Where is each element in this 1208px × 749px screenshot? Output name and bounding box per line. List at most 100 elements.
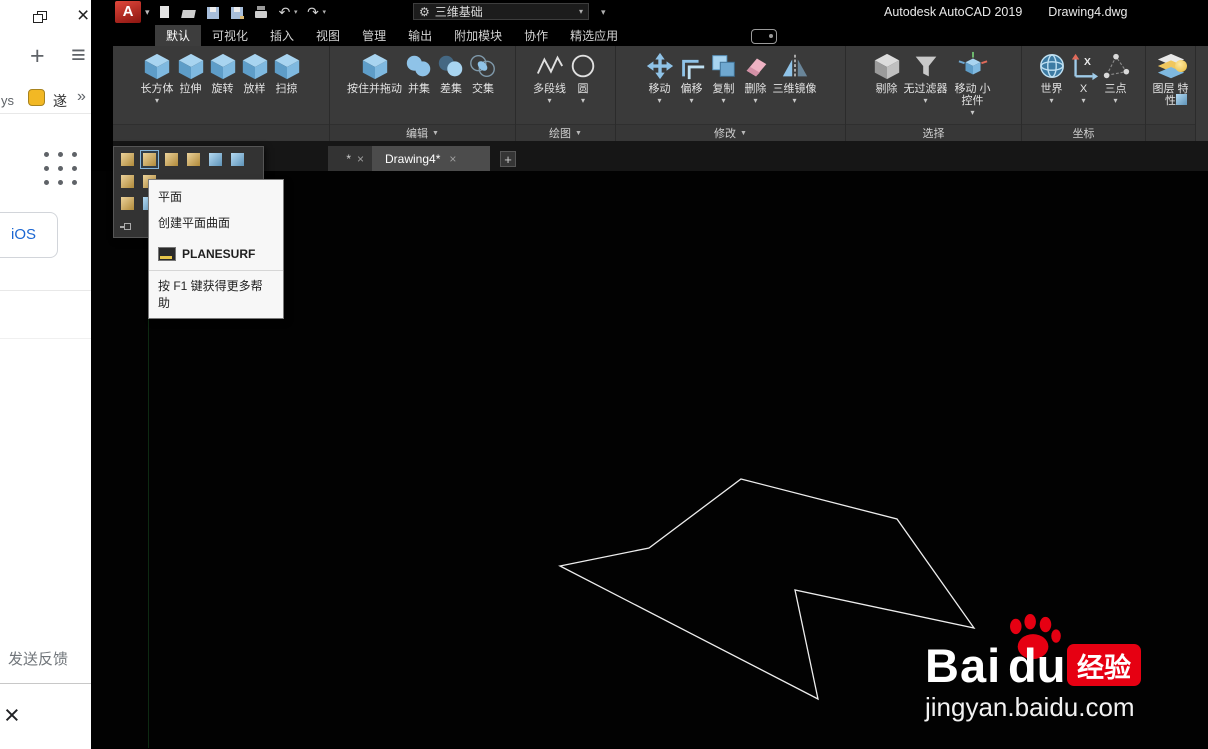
save-icon[interactable] xyxy=(205,5,221,20)
save-as-icon[interactable] xyxy=(229,5,245,20)
ribbon-tab-8[interactable]: 协作 xyxy=(513,25,559,46)
ribbon-tab-2[interactable]: 可视化 xyxy=(201,25,259,46)
close-feedback-icon[interactable]: × xyxy=(4,700,20,731)
ribbon-button[interactable]: 无过滤器 ▾ xyxy=(904,51,948,105)
panel-label[interactable]: 绘图 ▼ xyxy=(516,124,615,141)
surface-revolve-icon[interactable] xyxy=(228,150,247,169)
redo-icon[interactable]: ↷ xyxy=(306,4,321,20)
ribbon-button[interactable]: X ▾ xyxy=(1069,51,1099,105)
close-window-icon[interactable]: × xyxy=(77,4,89,28)
panel-label[interactable]: 修改 ▼ xyxy=(616,124,845,141)
autocad-logo[interactable]: A xyxy=(115,1,141,23)
new-drawing-tab-button[interactable]: + xyxy=(500,151,516,167)
ribbon-button[interactable]: 复制 ▾ xyxy=(709,51,739,105)
ribbon-tab-4[interactable]: 视图 xyxy=(305,25,351,46)
ribbon-panel-7: 图层 特性 xyxy=(1146,46,1196,141)
ribbon-button[interactable]: 移动 小控件 ▾ xyxy=(950,51,996,117)
ribbon-button[interactable]: 拉伸 xyxy=(176,51,206,95)
ribbon-panel-4: 移动 ▾ 偏移 ▾ 复制 ▾ 删除 ▾ 三维镜像 ▾ 修改 ▼ xyxy=(616,46,846,141)
panel-label[interactable]: 选择 xyxy=(846,124,1021,141)
ribbon-button-label: 并集 xyxy=(408,83,430,95)
ribbon-button[interactable]: 并集 xyxy=(404,51,434,95)
ribbon-button[interactable]: 剔除 xyxy=(872,51,902,95)
ribbon-tab-1[interactable]: 默认 xyxy=(155,25,202,46)
ribbon-tab-9[interactable]: 精选应用 xyxy=(559,25,629,46)
surface-patch-icon[interactable] xyxy=(118,172,137,191)
watermark-url: jingyan.baidu.com xyxy=(925,692,1135,722)
sweep-icon xyxy=(272,51,302,81)
panel-label[interactable] xyxy=(1146,124,1195,141)
ribbon-tab-5[interactable]: 管理 xyxy=(351,25,397,46)
ribbon-button[interactable]: 扫掠 xyxy=(272,51,302,95)
erase-icon xyxy=(741,51,771,81)
toolbar-options-arrow-icon[interactable]: ▾ xyxy=(601,7,606,18)
surface-network-icon[interactable] xyxy=(118,150,137,169)
ribbon-tab-bar-extra xyxy=(731,25,777,46)
surface-planar-icon[interactable] xyxy=(140,150,159,169)
bookmark-label-partial[interactable]: ys xyxy=(1,93,14,108)
workspace-dropdown-arrow-icon[interactable]: ▾ xyxy=(579,7,583,16)
ribbon-button[interactable]: 三点 ▾ xyxy=(1101,51,1131,105)
apps-grid-icon[interactable] xyxy=(44,152,77,185)
ribbon-button[interactable]: 移动 ▾ xyxy=(645,51,675,105)
bookmark-label[interactable]: 遂 xyxy=(53,91,67,111)
ribbon-button[interactable]: 偏移 ▾ xyxy=(677,51,707,105)
divider xyxy=(0,290,91,291)
intersect-icon xyxy=(468,51,498,81)
ribbon-button[interactable]: 多段线 ▾ xyxy=(533,51,566,105)
logo-dropdown-arrow-icon[interactable]: ▾ xyxy=(145,7,150,18)
dropdown-arrow-icon: ▾ xyxy=(721,96,726,105)
file-tab-partial[interactable]: * × xyxy=(328,146,372,171)
dropdown-arrow-icon[interactable]: ▾ xyxy=(323,8,327,16)
ribbon-button[interactable]: 旋转 xyxy=(208,51,238,95)
new-file-icon[interactable] xyxy=(157,5,173,20)
surface-blend-icon[interactable] xyxy=(118,194,137,213)
ribbon-button-label: 放样 xyxy=(243,83,266,95)
ribbon-button[interactable]: 按住并拖动 xyxy=(347,51,402,95)
partial-panel-bulb-icon[interactable] xyxy=(1175,60,1187,72)
file-tab-drawing4[interactable]: Drawing4* × xyxy=(372,146,490,171)
panel-label[interactable] xyxy=(113,124,329,141)
surface-sweep-icon[interactable] xyxy=(184,150,203,169)
open-file-icon[interactable] xyxy=(181,5,197,20)
new-tab-icon[interactable]: + xyxy=(30,42,45,71)
ribbon-button-label: 三维镜像 xyxy=(772,83,817,95)
close-tab-icon[interactable]: × xyxy=(357,152,364,166)
surface-loft-icon[interactable] xyxy=(162,150,181,169)
panel-label[interactable]: 坐标 xyxy=(1022,124,1145,141)
ribbon-button[interactable]: 世界 ▾ xyxy=(1037,51,1067,105)
ribbon-button-label: 交集 xyxy=(472,83,494,95)
ribbon-button[interactable]: 放样 xyxy=(240,51,270,95)
ribbon-tab-7[interactable]: 附加模块 xyxy=(443,25,513,46)
restore-window-icon[interactable] xyxy=(33,11,47,24)
plot-icon[interactable] xyxy=(253,5,269,20)
dropdown-arrow-icon[interactable]: ▾ xyxy=(294,8,298,16)
baidu-watermark: Bai du 经验 jingyan.baidu.com xyxy=(925,614,1155,726)
menu-icon[interactable]: ≡ xyxy=(71,41,86,70)
workspace-switcher[interactable]: ⚙ 三维基础 ▾ xyxy=(413,3,589,20)
ribbon-button[interactable]: 删除 ▾ xyxy=(741,51,771,105)
undo-icon[interactable]: ↶ xyxy=(277,4,292,20)
ribbon-button[interactable]: 差集 xyxy=(436,51,466,95)
dropdown-arrow-icon: ▾ xyxy=(923,96,928,105)
bookmark-favicon[interactable] xyxy=(28,89,45,106)
pin-icon[interactable] xyxy=(120,221,131,232)
ribbon-tab-3[interactable]: 插入 xyxy=(259,25,305,46)
ios-chip[interactable]: iOS xyxy=(0,212,58,258)
ribbon-tab-6[interactable]: 输出 xyxy=(397,25,443,46)
file-tab-bar: * × Drawing4* × + xyxy=(113,141,1208,171)
ribbon-display-toggle-icon[interactable] xyxy=(751,29,777,44)
panel-label[interactable]: 编辑 ▼ xyxy=(330,124,515,141)
ribbon-button[interactable]: 三维镜像 ▾ xyxy=(773,51,817,105)
send-feedback-label[interactable]: 发送反馈 xyxy=(8,648,68,669)
ribbon-tab-bar: 默认 可视化 插入 视图 管理 输出 附加模块 协作 精选应用 xyxy=(113,25,629,46)
bookmarks-overflow-icon[interactable]: » xyxy=(77,88,86,106)
surface-extrude-icon[interactable] xyxy=(206,150,225,169)
partial-panel-icon[interactable] xyxy=(1176,94,1187,105)
ribbon-button[interactable]: 交集 xyxy=(468,51,498,95)
dropdown-arrow-icon: ▾ xyxy=(154,96,159,105)
ribbon-button[interactable]: 圆 ▾ xyxy=(568,51,598,105)
close-tab-icon[interactable]: × xyxy=(449,152,456,166)
ribbon-button[interactable]: 长方体 ▾ xyxy=(141,51,174,105)
tooltip-description: 创建平面曲面 xyxy=(158,216,231,230)
